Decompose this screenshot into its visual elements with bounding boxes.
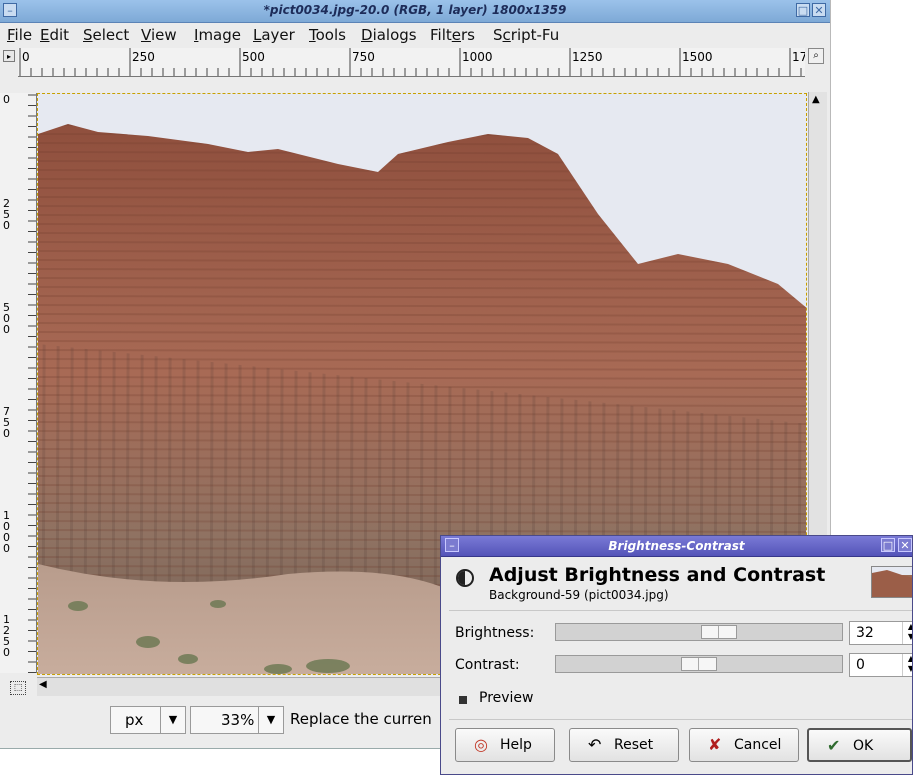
vertical-ruler-ticks: 0 2 5 0 5 0 0 7 5 0 1 0 0 0 1 2 5 0 (3, 93, 36, 673)
reset-icon: ↶ (588, 735, 602, 754)
ruler-label: 500 (242, 50, 265, 64)
image-window-titlebar[interactable]: – *pict0034.jpg-20.0 (RGB, 1 layer) 1800… (0, 0, 830, 23)
quick-mask-icon[interactable]: ⬚ (10, 681, 26, 695)
brightness-value[interactable]: 32 (856, 625, 874, 641)
contrast-label-text: Contrast: (455, 657, 520, 673)
preview-checkbox[interactable] (459, 696, 467, 704)
layer-thumbnail-image (872, 567, 912, 597)
help-button[interactable]: ◎ Help (455, 728, 555, 762)
help-button-label: Help (500, 737, 532, 753)
dialog-maximize-icon[interactable]: □ (881, 538, 895, 552)
spin-arrows-icon[interactable]: ▲▼ (902, 654, 912, 676)
spin-arrows-icon[interactable]: ▲▼ (902, 622, 912, 644)
horizontal-ruler-ticks: 0 250 500 750 1000 1250 1500 17 (19, 48, 805, 76)
ruler-label: 1500 (682, 50, 713, 64)
ruler-label: 0 (3, 93, 10, 106)
menu-filters[interactable]: Filters (430, 26, 475, 44)
ruler-label: 1250 (572, 50, 603, 64)
menu-select[interactable]: Select (83, 26, 129, 44)
brightness-contrast-icon (456, 569, 474, 587)
dialog-title: Brightness-Contrast (608, 539, 745, 553)
image-window-title: *pict0034.jpg-20.0 (RGB, 1 layer) 1800x1… (263, 3, 567, 17)
brightness-contrast-dialog: – Brightness-Contrast □ ✕ Adjust Brightn… (440, 535, 913, 775)
menu-dialogs[interactable]: Dialogs (361, 26, 417, 44)
ruler-label: 0 (22, 50, 30, 64)
cancel-button-label: Cancel (734, 737, 782, 753)
menu-arrow-icon[interactable]: ▸ (3, 50, 15, 62)
ruler-label: 250 (3, 197, 10, 232)
menu-script-fu[interactable]: Script-Fu (493, 26, 559, 44)
ruler-label: 250 (132, 50, 155, 64)
contrast-slider-handle[interactable] (681, 657, 717, 671)
brightness-label: Brightness: (455, 625, 534, 641)
brightness-label-text: Brightness: (455, 625, 535, 641)
ruler-label: 500 (3, 301, 10, 336)
dialog-heading: Adjust Brightness and Contrast (489, 564, 826, 586)
menu-layer[interactable]: Layer (253, 26, 295, 44)
zoom-selector[interactable]: 33% ▼ (190, 706, 284, 734)
maximize-icon[interactable]: □ (796, 3, 810, 17)
ok-button[interactable]: ✔ OK (807, 728, 912, 762)
horizontal-ruler[interactable]: 0 250 500 750 1000 1250 1500 17 (18, 48, 805, 77)
menu-file[interactable]: File (7, 26, 32, 44)
contrast-slider[interactable] (555, 655, 843, 673)
ruler-label: 750 (352, 50, 375, 64)
zoom-navigate-icon[interactable]: ⌕ (808, 48, 824, 64)
reset-button-label: Reset (614, 737, 654, 753)
dialog-separator (449, 610, 912, 611)
preview-label[interactable]: Preview (479, 690, 534, 706)
dialog-close-icon[interactable]: ✕ (898, 538, 912, 552)
scroll-left-icon[interactable]: ◀ (39, 679, 47, 690)
brightness-spinbox[interactable]: 32 ▲▼ (849, 621, 912, 645)
help-lifebuoy-icon: ◎ (474, 735, 488, 754)
ruler-label: 750 (3, 405, 10, 440)
scroll-up-icon[interactable]: ▲ (812, 94, 820, 105)
unit-selector[interactable]: px ▼ (110, 706, 186, 734)
ruler-label: 17 (792, 50, 805, 64)
contrast-spinbox[interactable]: 0 ▲▼ (849, 653, 912, 677)
brightness-slider-handle[interactable] (701, 625, 737, 639)
zoom-value: 33% (221, 711, 255, 729)
ruler-label: 1250 (3, 613, 10, 659)
brightness-slider[interactable] (555, 623, 843, 641)
menu-tools[interactable]: Tools (309, 26, 346, 44)
close-icon[interactable]: ✕ (812, 3, 826, 17)
chevron-down-icon[interactable]: ▼ (258, 707, 283, 733)
menu-edit[interactable]: Edit (40, 26, 69, 44)
ruler-label: 1000 (3, 509, 10, 555)
reset-button[interactable]: ↶ Reset (569, 728, 679, 762)
dialog-separator-bottom (449, 719, 912, 720)
contrast-value[interactable]: 0 (856, 657, 865, 673)
ok-check-icon: ✔ (827, 736, 841, 755)
unit-value: px (125, 711, 144, 729)
layer-thumbnail (871, 566, 912, 598)
chevron-down-icon[interactable]: ▼ (160, 707, 185, 733)
menu-image[interactable]: Image (194, 26, 241, 44)
ruler-label: 1000 (462, 50, 493, 64)
cancel-x-icon: ✘ (708, 735, 722, 754)
vertical-ruler[interactable]: 0 250 500 750 1000 1250 (0, 93, 37, 673)
dialog-titlebar[interactable]: – Brightness-Contrast □ ✕ (441, 536, 912, 557)
dialog-subheading: Background-59 (pict0034.jpg) (489, 588, 669, 602)
ok-button-label: OK (853, 738, 874, 754)
cancel-button[interactable]: ✘ Cancel (689, 728, 799, 762)
contrast-label: Contrast: (455, 657, 520, 673)
status-message: Replace the curren (290, 710, 432, 728)
menubar: File Edit Select View Image Layer Tools … (0, 23, 830, 47)
menu-view[interactable]: View (141, 26, 177, 44)
